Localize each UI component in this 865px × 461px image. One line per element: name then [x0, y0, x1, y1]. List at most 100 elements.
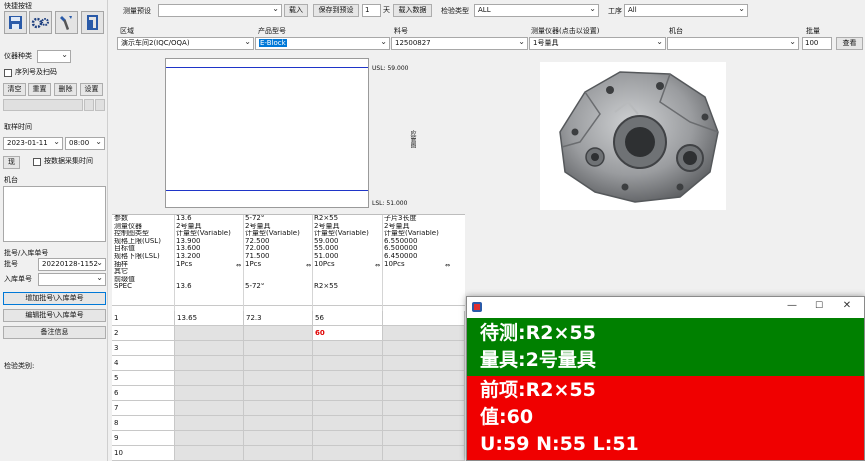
- measurement-cell[interactable]: [313, 356, 383, 370]
- measurement-cell[interactable]: [383, 431, 465, 445]
- measurement-cell[interactable]: [244, 386, 313, 400]
- serial-scan-checkbox[interactable]: [4, 69, 12, 77]
- measurement-cell[interactable]: [313, 341, 383, 355]
- measurement-cell[interactable]: [244, 431, 313, 445]
- measurement-cell[interactable]: [244, 401, 313, 415]
- query-button[interactable]: 查看: [836, 37, 863, 50]
- param-chart-type: 计量型(Variable): [384, 230, 439, 238]
- load-data-button[interactable]: 载入数据: [393, 4, 432, 17]
- delete-button[interactable]: 删除: [54, 83, 77, 96]
- measurement-cell[interactable]: [244, 446, 313, 460]
- collect-time-label: 按数据采集时间: [44, 157, 93, 165]
- param-usl: 59.000: [314, 237, 339, 245]
- collect-time-checkbox[interactable]: [33, 158, 41, 166]
- table-row: 7: [112, 401, 465, 416]
- measurement-cell[interactable]: [175, 371, 244, 385]
- days-unit: 天: [383, 6, 390, 14]
- measurement-cell[interactable]: [175, 401, 244, 415]
- measurement-cell[interactable]: [383, 446, 465, 460]
- machine-textarea[interactable]: [3, 186, 106, 242]
- param-name: 5-72°: [245, 215, 265, 222]
- save-button[interactable]: [4, 11, 27, 34]
- measurement-cell[interactable]: [313, 386, 383, 400]
- measurement-cell[interactable]: [383, 371, 465, 385]
- measurement-cell[interactable]: 13.65: [175, 311, 244, 325]
- process-select[interactable]: All: [624, 4, 748, 17]
- param-target: 55.000: [314, 245, 339, 253]
- measurement-cell[interactable]: [313, 371, 383, 385]
- measurement-cell[interactable]: [244, 356, 313, 370]
- measurement-cell[interactable]: [244, 416, 313, 430]
- measurement-cell[interactable]: [175, 356, 244, 370]
- now-button[interactable]: 现: [3, 156, 20, 169]
- measurement-cell[interactable]: [313, 446, 383, 460]
- save-preset-button[interactable]: 保存到预设: [313, 4, 359, 17]
- time-picker[interactable]: 08:00: [65, 137, 105, 150]
- measurement-cell[interactable]: [313, 401, 383, 415]
- measurement-cell[interactable]: [175, 326, 244, 340]
- product-select[interactable]: E-Block: [255, 37, 390, 50]
- gears-icon: [31, 17, 49, 29]
- load-button[interactable]: 载入: [284, 4, 308, 17]
- check-type-select[interactable]: ALL: [474, 4, 599, 17]
- close-icon[interactable]: ✕: [840, 299, 854, 313]
- material-label: 料号: [394, 27, 408, 35]
- batch-select[interactable]: 20220128-1152: [38, 258, 106, 271]
- spacer-box: [95, 99, 105, 111]
- measurement-cell[interactable]: [244, 341, 313, 355]
- measurement-cell[interactable]: 56: [313, 311, 383, 325]
- column-resize-icon[interactable]: ⇔: [375, 262, 380, 269]
- measurement-cell[interactable]: [175, 416, 244, 430]
- reset-button[interactable]: 重置: [28, 83, 51, 96]
- measurement-cell[interactable]: [383, 416, 465, 430]
- instrument-type-select[interactable]: [37, 50, 71, 63]
- edit-batch-button[interactable]: 编辑批号\入库单号: [3, 309, 106, 322]
- tools-button[interactable]: [55, 11, 78, 34]
- warehouse-select[interactable]: [38, 273, 106, 286]
- material-select[interactable]: 12500827: [391, 37, 528, 50]
- area-select[interactable]: 演示车间2(IQC/OQA): [117, 37, 254, 50]
- measurement-cell[interactable]: [175, 431, 244, 445]
- measurement-cell[interactable]: [313, 431, 383, 445]
- measurement-cell[interactable]: [383, 356, 465, 370]
- param-lsl: 71.500: [245, 252, 270, 260]
- machine-label: 机台: [4, 176, 18, 184]
- row-number: 3: [112, 341, 175, 355]
- top-machine-select[interactable]: [667, 37, 799, 50]
- days-input[interactable]: 1: [362, 4, 381, 17]
- column-resize-icon[interactable]: ⇔: [236, 262, 241, 269]
- param-column-1[interactable]: 13.6 2号量具 计量型(Variable) 13.900 13.600 13…: [176, 215, 245, 291]
- measurement-cell[interactable]: [383, 401, 465, 415]
- clear-button[interactable]: 清空: [3, 83, 26, 96]
- param-chart-type: 计量型(Variable): [176, 230, 231, 238]
- remarks-button[interactable]: 备注信息: [3, 326, 106, 339]
- param-column-2[interactable]: 5-72° 2号量具 计量型(Variable) 72.500 72.000 7…: [245, 215, 314, 291]
- measurement-cell[interactable]: 60: [313, 326, 383, 340]
- param-column-3[interactable]: R2×55 2号量具 计量型(Variable) 59.000 55.000 5…: [314, 215, 383, 291]
- measurement-cell[interactable]: [175, 446, 244, 460]
- measurement-cell[interactable]: [244, 371, 313, 385]
- preset-select[interactable]: [158, 4, 282, 17]
- measurement-cell[interactable]: [383, 341, 465, 355]
- measurement-cell[interactable]: [175, 341, 244, 355]
- maximize-icon[interactable]: ☐: [812, 299, 826, 313]
- measurement-cell[interactable]: [175, 386, 244, 400]
- exit-button[interactable]: [81, 11, 104, 34]
- column-resize-icon[interactable]: ⇔: [306, 262, 311, 269]
- instrument-select[interactable]: 1号量具: [529, 37, 666, 50]
- measurement-cell[interactable]: [383, 386, 465, 400]
- minimize-icon[interactable]: —: [785, 299, 799, 313]
- row-header: 其它: [114, 268, 128, 276]
- column-resize-icon[interactable]: ⇔: [445, 262, 450, 269]
- qty-input[interactable]: 100: [802, 37, 832, 50]
- settings-gears-button[interactable]: [29, 11, 52, 34]
- measurement-cell[interactable]: [313, 416, 383, 430]
- param-column-4[interactable]: 子片3长度 2号量具 计量型(Variable) 6.550000 6.5000…: [384, 215, 453, 291]
- measurement-cell[interactable]: [383, 326, 465, 340]
- settings-button[interactable]: 设置: [80, 83, 103, 96]
- measurement-cell[interactable]: 72.3: [244, 311, 313, 325]
- measurement-cell[interactable]: [244, 326, 313, 340]
- date-picker[interactable]: 2023-01-11: [3, 137, 63, 150]
- measurement-cell[interactable]: [383, 311, 465, 325]
- add-batch-button[interactable]: 增加批号\入库单号: [3, 292, 106, 305]
